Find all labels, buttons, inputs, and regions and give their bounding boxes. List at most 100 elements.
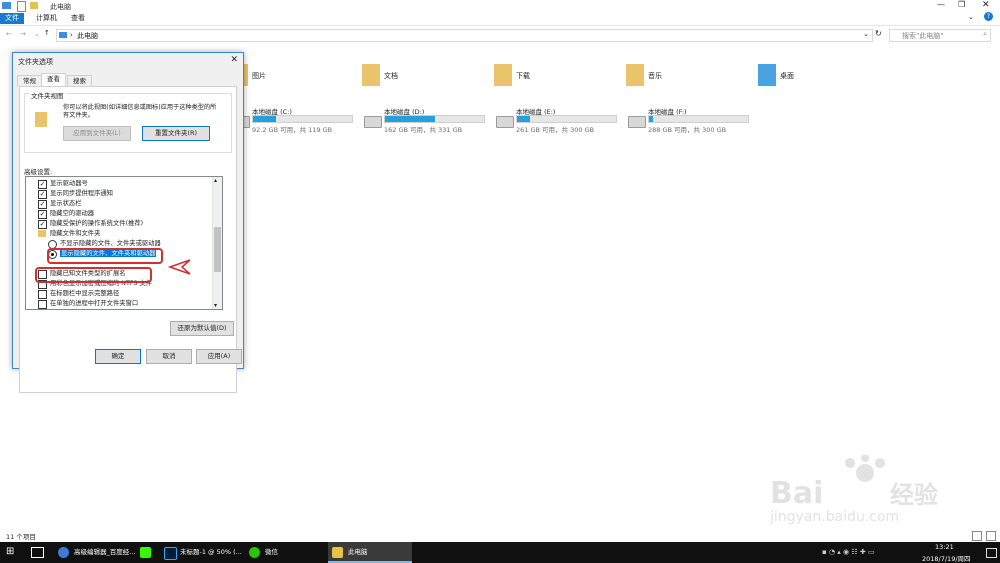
taskbar-item-this-pc[interactable]: 此电脑 <box>328 542 412 563</box>
recent-dropdown-icon[interactable]: ⌄ <box>34 30 40 38</box>
checkbox[interactable] <box>38 290 47 299</box>
forward-icon[interactable]: → <box>20 30 26 38</box>
tab-view[interactable]: 查看 <box>41 73 66 87</box>
documents-folder-icon <box>362 64 380 86</box>
setting-show-drive-letters[interactable]: ✓ 显示驱动器号 <box>38 179 88 189</box>
search-input[interactable]: 搜索"此电脑" ⌕ <box>889 29 991 42</box>
apply-to-folders-button[interactable]: 应用到文件夹(L) <box>63 126 131 141</box>
wechat-icon <box>249 547 260 558</box>
folder-options-dialog: 文件夹选项 ✕ 常规 查看 搜索 文件夹视图 你可以将此视图(如详细信息或图标)… <box>12 52 244 393</box>
start-icon[interactable]: ⊞ <box>6 547 16 557</box>
setting-separate-process[interactable]: 在单独的进程中打开文件夹窗口 <box>38 299 138 309</box>
setting-sync-notifications[interactable]: ✓ 显示同步提供程序通知 <box>38 189 113 199</box>
status-bar: 11 个项目 <box>0 530 1000 542</box>
folder-icon <box>38 230 46 237</box>
browser-icon <box>58 547 69 558</box>
folder-downloads[interactable]: 下载 <box>494 64 624 88</box>
back-icon[interactable]: ← <box>6 30 12 38</box>
breadcrumb-chevron-icon[interactable]: › <box>70 31 73 39</box>
ribbon: 文件 计算机 查看 ⌄ ? <box>0 12 1000 26</box>
taskbar-item-dreamweaver[interactable] <box>136 542 154 563</box>
drive-f[interactable]: 本地磁盘 (F:) 288 GB 可用，共 300 GB <box>628 106 758 136</box>
help-icon[interactable]: ? <box>984 12 993 21</box>
view-tab-panel: 文件夹视图 你可以将此视图(如详细信息或图标)应用于这种类型的所 有文件夹。 应… <box>19 86 237 393</box>
checkbox[interactable]: ✓ <box>38 200 47 209</box>
cancel-button[interactable]: 取消 <box>146 349 192 364</box>
drive-d[interactable]: 本地磁盘 (D:) 162 GB 可用，共 331 GB <box>364 106 494 136</box>
maximize-button[interactable]: ❐ <box>958 0 965 9</box>
scroll-up-icon[interactable]: ▴ <box>214 177 217 184</box>
drive-e[interactable]: 本地磁盘 (E:) 261 GB 可用，共 300 GB <box>496 106 626 136</box>
watermark-logo: Bai 经验 jingyan.baidu.com <box>769 454 960 525</box>
arrow-annotation-icon <box>168 259 191 275</box>
drive-c[interactable]: 本地磁盘 (C:) 92.2 GB 可用，共 119 GB <box>232 106 362 136</box>
hard-drive-icon <box>496 116 514 128</box>
search-icon[interactable]: ⌕ <box>983 30 987 39</box>
folder-desktop[interactable]: 桌面 <box>758 64 888 88</box>
file-explorer-icon <box>332 547 343 558</box>
computer-icon <box>2 2 11 9</box>
taskbar: ⊞ 高级编辑器_百度经... 未标题-1 @ 50% (... 微信 此电脑 ▪… <box>0 542 1000 563</box>
ribbon-tab-computer[interactable]: 计算机 <box>31 13 62 24</box>
large-icons-view-icon[interactable] <box>986 531 996 541</box>
svg-text:jingyan.baidu.com: jingyan.baidu.com <box>770 509 899 525</box>
details-view-icon[interactable] <box>972 531 982 541</box>
new-folder-icon[interactable] <box>30 2 38 9</box>
folder-documents[interactable]: 文档 <box>362 64 492 88</box>
setting-hide-protected-files[interactable]: ✓ 隐藏受保护的操作系统文件(推荐) <box>38 219 143 229</box>
dialog-close-icon[interactable]: ✕ <box>230 55 238 65</box>
folder-view-icon <box>35 112 47 127</box>
photoshop-icon <box>164 547 177 560</box>
drive-usage-bar <box>384 115 485 123</box>
task-view-icon[interactable] <box>31 547 44 558</box>
address-input[interactable]: › 此电脑 ⌄ <box>56 29 873 42</box>
drive-usage-bar <box>516 115 617 123</box>
tray-icons[interactable]: ▪ ◔ ▴ ◉ ☷ ✚ ▭ <box>822 548 917 557</box>
checkbox[interactable]: ✓ <box>38 210 47 219</box>
checkbox[interactable]: ✓ <box>38 220 47 229</box>
breadcrumb-this-pc[interactable]: 此电脑 <box>77 31 98 41</box>
notification-icon[interactable] <box>986 548 997 558</box>
apply-button[interactable]: 应用(A) <box>196 349 242 364</box>
scroll-thumb[interactable] <box>214 227 221 272</box>
reset-folders-button[interactable]: 重置文件夹(R) <box>142 126 210 141</box>
checkbox[interactable]: ✓ <box>38 190 47 199</box>
hard-drive-icon <box>628 116 646 128</box>
up-icon[interactable]: ↑ <box>44 29 50 37</box>
address-dropdown-icon[interactable]: ⌄ <box>863 30 869 38</box>
hard-drive-icon <box>364 116 382 128</box>
dialog-title: 文件夹选项 <box>18 58 53 66</box>
svg-text:经验: 经验 <box>890 481 938 509</box>
expand-ribbon-icon[interactable]: ⌄ <box>968 13 974 21</box>
ribbon-tab-file[interactable]: 文件 <box>0 13 24 24</box>
advanced-settings-list[interactable]: ✓ 显示驱动器号 ✓ 显示同步提供程序通知 ✓ 显示状态栏 ✓ 隐藏空的驱动器 ✓ 隐藏受… <box>25 176 223 310</box>
properties-icon[interactable] <box>17 1 26 12</box>
folder-view-description-line2: 有文件夹。 <box>63 112 94 119</box>
checkbox[interactable]: ✓ <box>38 180 47 189</box>
setting-full-path-title[interactable]: 在标题栏中显示完整路径 <box>38 289 119 299</box>
checkbox[interactable] <box>38 300 47 309</box>
list-scrollbar[interactable]: ▴ ▾ <box>212 177 222 309</box>
setting-hide-empty-drives[interactable]: ✓ 隐藏空的驱动器 <box>38 209 94 219</box>
computer-icon <box>59 32 67 38</box>
folder-music[interactable]: 音乐 <box>626 64 756 88</box>
highlight-hide-extensions <box>35 267 152 283</box>
advanced-settings-heading: 高级设置: <box>24 168 53 176</box>
taskbar-item-browser[interactable]: 高级编辑器_百度经... <box>54 542 174 563</box>
taskbar-item-wechat[interactable]: 微信 <box>245 542 325 563</box>
ok-button[interactable]: 确定 <box>95 349 141 364</box>
item-count: 11 个项目 <box>6 533 36 541</box>
folder-pictures[interactable]: 图片 <box>230 64 360 88</box>
folder-view-group: 文件夹视图 你可以将此视图(如详细信息或图标)应用于这种类型的所 有文件夹。 应… <box>24 90 232 153</box>
title-bar: 此电脑 — ❐ ✕ <box>0 0 1000 12</box>
refresh-icon[interactable]: ↻ <box>875 29 882 38</box>
drive-usage-bar <box>252 115 353 123</box>
clock-date[interactable]: 2018/7/19/周四 <box>922 553 971 563</box>
setting-status-bar[interactable]: ✓ 显示状态栏 <box>38 199 81 209</box>
ribbon-tab-view[interactable]: 查看 <box>66 13 90 24</box>
restore-defaults-button[interactable]: 还原为默认值(D) <box>170 321 234 336</box>
close-button[interactable]: ✕ <box>982 0 990 10</box>
clock-time[interactable]: 13:21 <box>935 543 954 551</box>
scroll-down-icon[interactable]: ▾ <box>214 302 217 309</box>
minimize-button[interactable]: — <box>937 0 945 9</box>
